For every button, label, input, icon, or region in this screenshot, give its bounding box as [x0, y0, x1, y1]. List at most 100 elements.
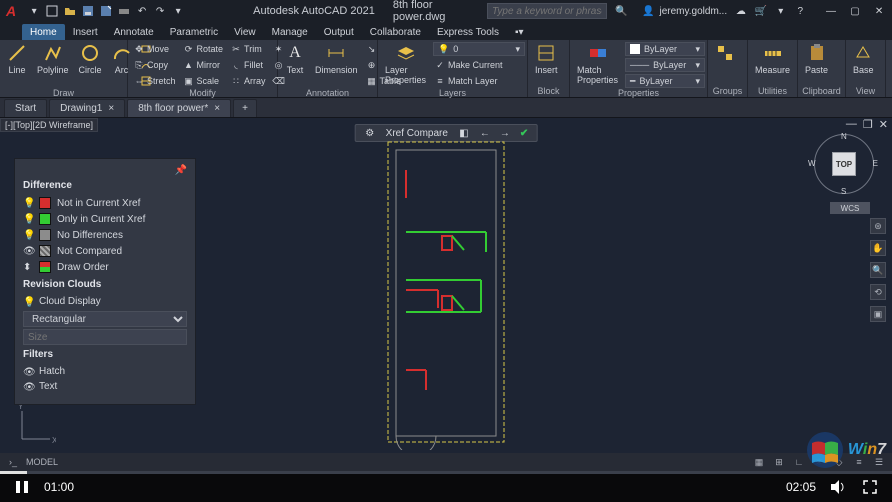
cart-icon[interactable]: 🛒 — [755, 4, 767, 18]
dimension-button[interactable]: Dimension — [312, 42, 361, 76]
command-line-icon[interactable]: ›_ — [6, 455, 20, 469]
legend-not-compared[interactable]: 👁Not Compared — [23, 243, 187, 259]
copy-button[interactable]: ⎘Copy — [132, 58, 178, 72]
linetype-bylayer-dropdown[interactable]: ───ByLayer▾ — [625, 58, 705, 72]
tab-express[interactable]: Express Tools — [429, 24, 507, 40]
undo-icon[interactable]: ↶ — [135, 4, 149, 18]
prev-diff-button[interactable]: ← — [480, 128, 490, 139]
cloud-display-toggle[interactable]: 💡Cloud Display — [23, 294, 187, 309]
vp-close-icon[interactable]: ✕ — [879, 118, 888, 131]
compass-n[interactable]: N — [841, 132, 847, 141]
open-icon[interactable] — [63, 4, 77, 18]
qat-more-icon[interactable]: ▾ — [171, 4, 185, 18]
color-bylayer-dropdown[interactable]: ByLayer▾ — [625, 42, 705, 56]
drawing-area[interactable]: [-][Top][2D Wireframe] — ❐ ✕ ⚙ Xref Comp… — [0, 118, 892, 471]
cloud-size-input[interactable] — [23, 329, 187, 345]
circle-button[interactable]: Circle — [76, 42, 105, 76]
grid-icon[interactable]: ▦ — [752, 455, 766, 469]
search-icon[interactable]: 🔍 — [615, 4, 627, 18]
text-button[interactable]: AText — [282, 42, 308, 76]
panel-pin-icon[interactable]: 📌 — [175, 165, 187, 176]
array-button[interactable]: ∷Array — [229, 74, 268, 88]
layer-dropdown[interactable]: 💡0▾ — [433, 42, 525, 56]
orbit-icon[interactable]: ⟲ — [870, 284, 886, 300]
cloud-shape-select[interactable]: Rectangular — [23, 311, 187, 327]
move-button[interactable]: ✥Move — [132, 42, 178, 56]
file-tab-start[interactable]: Start — [4, 99, 47, 117]
saveas-icon[interactable] — [99, 4, 113, 18]
file-tab-drawing1[interactable]: Drawing1× — [49, 99, 125, 117]
stretch-button[interactable]: ⇔Stretch — [132, 74, 178, 88]
close-icon[interactable]: × — [214, 103, 220, 114]
showmotion-icon[interactable]: ▣ — [870, 306, 886, 322]
app-logo[interactable]: A — [6, 3, 19, 19]
zoom-icon[interactable]: 🔍 — [870, 262, 886, 278]
pan-icon[interactable]: ✋ — [870, 240, 886, 256]
save-icon[interactable] — [81, 4, 95, 18]
lineweight-bylayer-dropdown[interactable]: ━ByLayer▾ — [625, 74, 705, 88]
viewport-label[interactable]: [-][Top][2D Wireframe] — [0, 118, 98, 132]
qat-menu-icon[interactable]: ▾ — [27, 4, 41, 18]
search-input[interactable] — [487, 3, 607, 19]
legend-no-differences[interactable]: 💡No Differences — [23, 227, 187, 243]
model-tab[interactable]: MODEL — [26, 457, 58, 467]
rotate-button[interactable]: ⟳Rotate — [182, 42, 226, 56]
redo-icon[interactable]: ↷ — [153, 4, 167, 18]
tab-view[interactable]: View — [226, 24, 264, 40]
wcs-indicator[interactable]: WCS — [830, 202, 870, 214]
vp-minimize-icon[interactable]: — — [846, 118, 857, 131]
gear-icon[interactable]: ⚙ — [364, 127, 376, 139]
plot-icon[interactable] — [117, 4, 131, 18]
make-current-button[interactable]: ✓Make Current — [433, 58, 525, 72]
tab-output[interactable]: Output — [316, 24, 362, 40]
new-icon[interactable] — [45, 4, 59, 18]
tab-insert[interactable]: Insert — [65, 24, 106, 40]
scale-button[interactable]: ▣Scale — [182, 74, 226, 88]
vp-restore-icon[interactable]: ❐ — [863, 118, 873, 131]
toggle-icon[interactable]: ◧ — [458, 127, 470, 139]
paste-button[interactable]: Paste — [802, 42, 831, 76]
view-cube-face[interactable]: TOP — [832, 152, 856, 176]
snap-icon[interactable]: ⊞ — [772, 455, 786, 469]
insert-button[interactable]: Insert — [532, 42, 561, 76]
trim-button[interactable]: ✂Trim — [229, 42, 268, 56]
fullscreen-button[interactable] — [860, 477, 880, 497]
tab-home[interactable]: Home — [22, 24, 65, 40]
filter-text[interactable]: 👁Text — [23, 379, 187, 394]
tab-manage[interactable]: Manage — [264, 24, 316, 40]
measure-button[interactable]: Measure — [752, 42, 793, 76]
maximize-icon[interactable]: ▢ — [848, 4, 862, 18]
tab-collaborate[interactable]: Collaborate — [362, 24, 429, 40]
accept-button[interactable]: ✔ — [520, 128, 528, 139]
mirror-button[interactable]: ▲Mirror — [182, 58, 226, 72]
layer-properties-button[interactable]: Layer Properties — [382, 42, 429, 86]
close-icon[interactable]: × — [108, 103, 114, 114]
group-button[interactable] — [712, 42, 738, 64]
pause-button[interactable] — [12, 477, 32, 497]
match-layer-button[interactable]: ≡Match Layer — [433, 74, 525, 88]
fillet-button[interactable]: ◟Fillet — [229, 58, 268, 72]
tab-parametric[interactable]: Parametric — [162, 24, 226, 40]
new-file-tab-button[interactable]: + — [233, 99, 257, 117]
progress-bar[interactable] — [0, 471, 892, 474]
base-button[interactable]: Base — [850, 42, 877, 76]
tab-overflow-icon[interactable]: ▪▾ — [507, 24, 532, 40]
line-button[interactable]: Line — [4, 42, 30, 76]
minimize-icon[interactable]: — — [824, 4, 838, 18]
compass-w[interactable]: W — [808, 159, 816, 168]
volume-button[interactable] — [828, 477, 848, 497]
help-arrow-icon[interactable]: ▾ — [775, 4, 786, 18]
cloud-icon[interactable]: ☁ — [735, 4, 746, 18]
close-icon[interactable]: ✕ — [872, 4, 886, 18]
view-cube[interactable]: TOP N E S W — [814, 134, 874, 194]
legend-draw-order[interactable]: ⬍Draw Order — [23, 259, 187, 275]
file-tab-8th-floor-power[interactable]: 8th floor power*× — [127, 99, 231, 117]
help-icon[interactable]: ? — [795, 4, 806, 18]
tab-annotate[interactable]: Annotate — [106, 24, 162, 40]
steering-wheel-icon[interactable]: ⊛ — [870, 218, 886, 234]
match-properties-button[interactable]: Match Properties — [574, 42, 621, 86]
user-chip[interactable]: 👤 jeremy.goldm... — [642, 4, 728, 18]
legend-only-in-current[interactable]: 💡Only in Current Xref — [23, 211, 187, 227]
filter-hatch[interactable]: 👁Hatch — [23, 364, 187, 379]
compass-s[interactable]: S — [841, 187, 846, 196]
